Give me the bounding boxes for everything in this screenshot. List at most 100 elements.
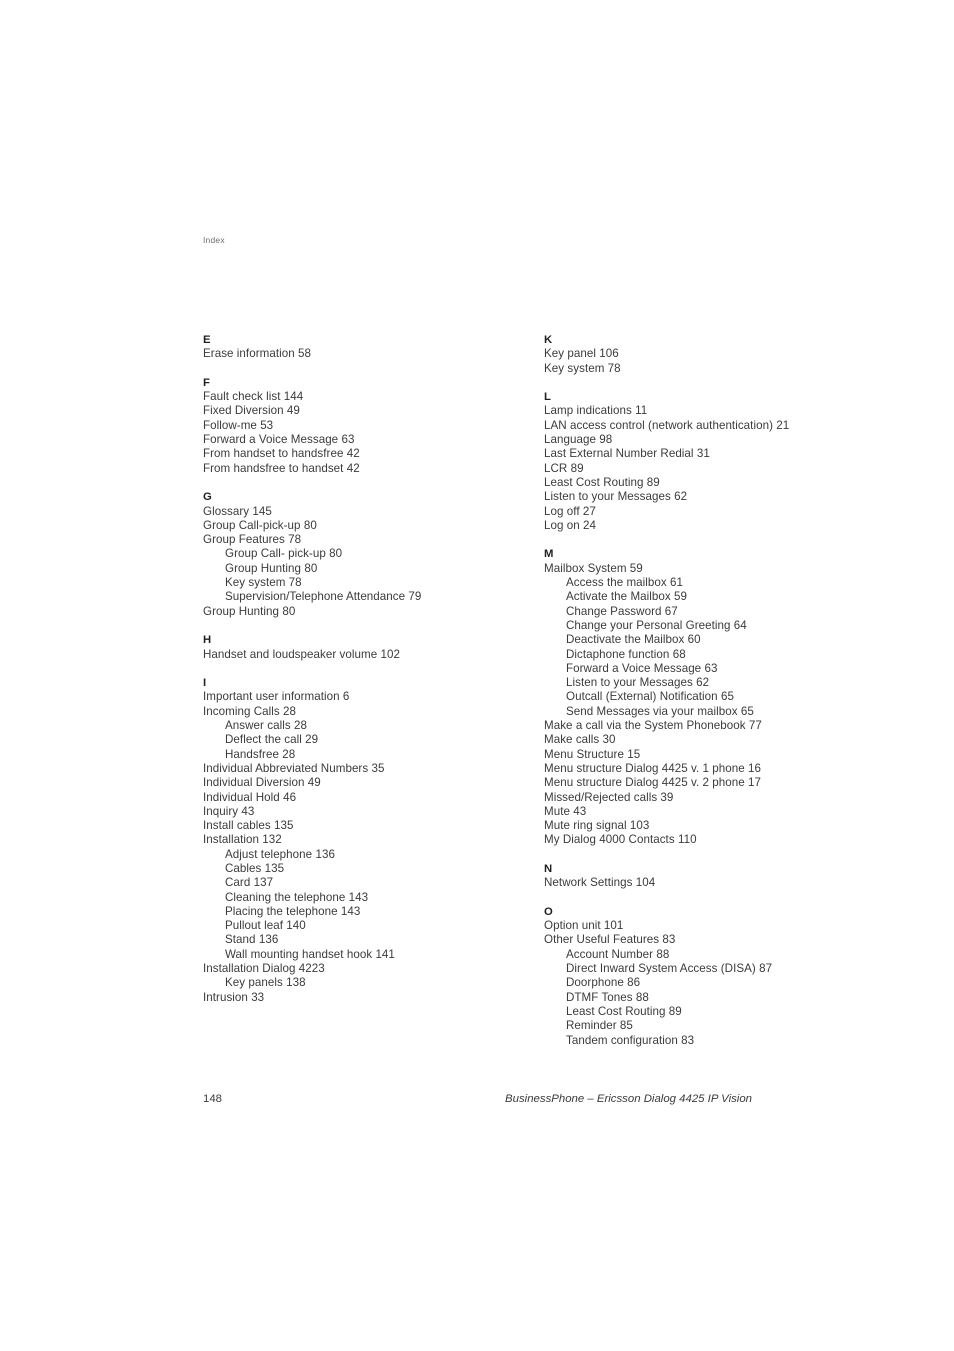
- index-section-e: E Erase information 58: [203, 333, 462, 362]
- index-subentry: Pullout leaf 140: [225, 919, 306, 933]
- index-section-k: K Key panel 106 Key system 78: [544, 333, 803, 376]
- index-entry: Log on 24: [544, 518, 597, 532]
- index-subentry: Supervision/Telephone Attendance 79: [225, 590, 422, 604]
- index-subentry: DTMF Tones 88: [566, 990, 649, 1004]
- index-subentry: Listen to your Messages 62: [566, 676, 710, 690]
- index-subentry: Card 137: [225, 876, 274, 890]
- index-entry: Group Call-pick-up 80: [203, 518, 317, 532]
- index-entry: Follow-me 53: [203, 418, 274, 432]
- page-footer: 148 BusinessPhone – Ericsson Dialog 4425…: [203, 1093, 752, 1105]
- index-section-g: G Glossary 145 Group Call-pick-up 80 Group …: [203, 490, 462, 619]
- index-entry: LAN access control (network authenticati…: [544, 418, 790, 432]
- section-letter: O: [544, 905, 553, 918]
- index-subentry: Group Call- pick-up 80: [225, 547, 343, 561]
- index-entry: Make a call via the System Phonebook 77: [544, 719, 762, 733]
- index-entry: Lamp indications 11: [544, 404, 648, 418]
- index-subentry: Stand 136: [225, 933, 279, 947]
- index-subentry: Placing the telephone 143: [225, 904, 361, 918]
- index-entry: Least Cost Routing 89: [544, 475, 660, 489]
- index-subentry: Reminder 85: [566, 1019, 633, 1033]
- index-entry: Log off 27: [544, 504, 596, 518]
- index-subentry: Group Hunting 80: [225, 561, 318, 575]
- index-subentry: Dictaphone function 68: [566, 647, 686, 661]
- index-entry: Installation Dialog 4223: [203, 962, 325, 976]
- index-entry: Mute ring signal 103: [544, 819, 650, 833]
- index-entry: Option unit 101: [544, 919, 624, 933]
- index-section-m: M Mailbox System 59 Access the mailbox 61 A…: [544, 547, 803, 847]
- index-entry: Network Settings 104: [544, 876, 656, 890]
- index-section-n: N Network Settings 104: [544, 862, 803, 891]
- index-entry: Menu structure Dialog 4425 v. 1 phone 16: [544, 761, 762, 775]
- section-letter: M: [544, 548, 554, 561]
- footer-page-number: 148: [203, 1093, 223, 1105]
- index-entry: Other Useful Features 83: [544, 933, 676, 947]
- footer-document-title: BusinessPhone – Ericsson Dialog 4425 IP …: [505, 1093, 752, 1105]
- index-entry: Last External Number Redial 31: [544, 447, 710, 461]
- index-entry: Installation 132: [203, 833, 282, 847]
- index-subentry: Cables 135: [225, 861, 285, 875]
- section-letter: L: [544, 391, 552, 404]
- index-subentry: Forward a Voice Message 63: [566, 661, 718, 675]
- index-subentry: Key system 78: [225, 576, 302, 590]
- index-column-left: E Erase information 58 F Fault check list 1…: [203, 333, 462, 1048]
- index-entry: Fault check list 144: [203, 390, 304, 404]
- section-letter: F: [203, 376, 211, 389]
- index-subentry: Account Number 88: [566, 947, 670, 961]
- index-entry: Individual Hold 46: [203, 790, 297, 804]
- index-entry: Inquiry 43: [203, 804, 255, 818]
- index-entry: Language 98: [544, 433, 613, 447]
- section-letter: E: [203, 334, 211, 346]
- index-entry: Key panel 106: [544, 347, 619, 361]
- index-entry: Incoming Calls 28: [203, 704, 296, 718]
- index-subentry: Direct Inward System Access (DISA) 87: [566, 962, 773, 976]
- index-columns: E Erase information 58 F Fault check list 1…: [203, 333, 803, 1048]
- index-section-i: I Important user information 6 Incoming Ca…: [203, 676, 462, 1005]
- index-subentry: Outcall (External) Notification 65: [566, 690, 734, 704]
- index-entry: Group Hunting 80: [203, 604, 296, 618]
- index-entry: Glossary 145: [203, 504, 272, 518]
- index-entry: Forward a Voice Message 63: [203, 433, 355, 447]
- index-subentry: Answer calls 28: [225, 719, 307, 733]
- index-entry: Make calls 30: [544, 733, 616, 747]
- index-entry: Individual Abbreviated Numbers 35: [203, 761, 385, 775]
- index-entry: From handsfree to handset 42: [203, 461, 360, 475]
- index-entry: Missed/Rejected calls 39: [544, 790, 674, 804]
- index-entry: My Dialog 4000 Contacts 110: [544, 833, 697, 847]
- index-entry: LCR 89: [544, 461, 584, 475]
- index-entry: Handset and loudspeaker volume 102: [203, 647, 400, 661]
- section-letter: N: [544, 862, 553, 875]
- index-entry: Listen to your Messages 62: [544, 490, 688, 504]
- index-subentry: Access the mailbox 61: [566, 576, 684, 590]
- index-subentry: Send Messages via your mailbox 65: [566, 704, 754, 718]
- index-subentry: Adjust telephone 136: [225, 847, 335, 861]
- index-entry: From handset to handsfree 42: [203, 447, 360, 461]
- index-subentry: Least Cost Routing 89: [566, 1004, 682, 1018]
- index-entry: Erase information 58: [203, 347, 311, 361]
- section-letter: G: [203, 491, 212, 504]
- index-subentry: Change your Personal Greeting 64: [566, 618, 747, 632]
- index-entry: Install cables 135: [203, 819, 294, 833]
- index-section-f: F Fault check list 144 Fixed Diversion 49 F…: [203, 376, 462, 476]
- index-entry: Intrusion 33: [203, 990, 265, 1004]
- index-entry: Group Features 78: [203, 533, 302, 547]
- index-subentry: Doorphone 86: [566, 976, 641, 990]
- index-subentry: Handsfree 28: [225, 747, 296, 761]
- index-column-right: K Key panel 106 Key system 78 L Lamp indicat…: [544, 333, 803, 1048]
- index-section-o: O Option unit 101 Other Useful Features 83…: [544, 905, 803, 1048]
- section-letter: K: [544, 334, 553, 346]
- index-section-l: L Lamp indications 11 LAN access control (…: [544, 390, 803, 533]
- index-subentry: Wall mounting handset hook 141: [225, 947, 395, 961]
- index-entry: Menu structure Dialog 4425 v. 2 phone 17: [544, 776, 762, 790]
- index-subentry: Cleaning the telephone 143: [225, 890, 369, 904]
- index-subentry: Change Password 67: [566, 604, 678, 618]
- index-entry: Menu Structure 15: [544, 747, 641, 761]
- index-subentry: Deflect the call 29: [225, 733, 319, 747]
- index-subentry: Tandem configuration 83: [566, 1033, 695, 1047]
- index-entry: Important user information 6: [203, 690, 350, 704]
- index-subentry: Activate the Mailbox 59: [566, 590, 688, 604]
- index-section-h: H Handset and loudspeaker volume 102: [203, 633, 462, 662]
- index-entry: Individual Diversion 49: [203, 776, 321, 790]
- section-letter: I: [203, 677, 207, 690]
- index-entry: Fixed Diversion 49: [203, 404, 300, 418]
- index-entry: Key system 78: [544, 361, 621, 375]
